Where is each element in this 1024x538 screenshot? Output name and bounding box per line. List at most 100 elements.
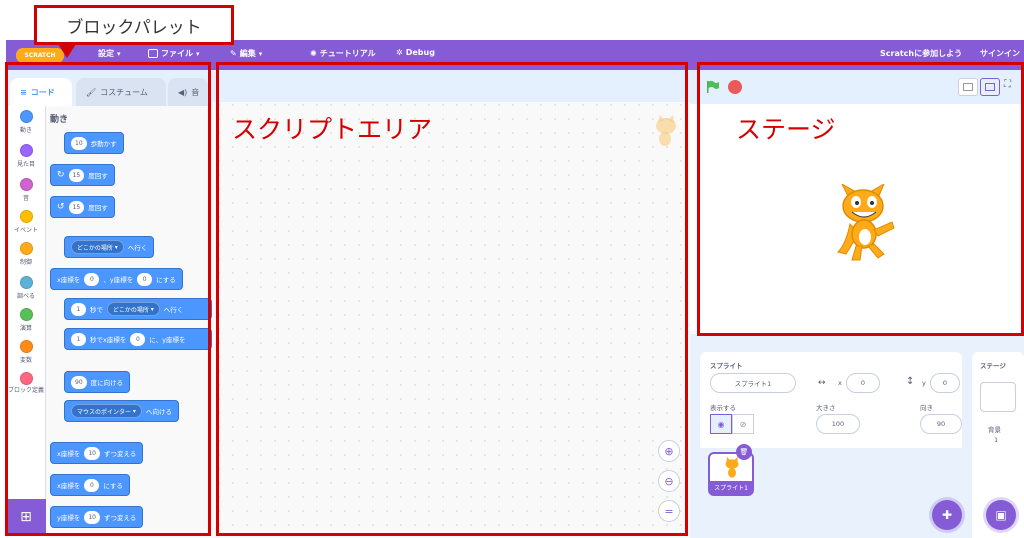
- category-motion-dot: [19, 110, 33, 123]
- sprite-thumbnail-label: スプライト1: [710, 481, 752, 494]
- zoom-in-button[interactable]: ⊕: [658, 440, 680, 462]
- fullscreen-icon[interactable]: ⛶: [1004, 79, 1011, 90]
- y-field[interactable]: 0: [930, 373, 960, 393]
- stage-pane-title: ステージ: [980, 362, 1006, 370]
- green-flag-icon[interactable]: [706, 80, 720, 94]
- normal-stage-button[interactable]: [980, 78, 1000, 96]
- menu-edit[interactable]: ✎ 編集 ▾: [230, 48, 262, 59]
- glide-secs-input[interactable]: 1: [71, 302, 86, 316]
- hide-sprite-button[interactable]: ⊘: [732, 414, 754, 434]
- sprite-name-field[interactable]: スプライト1: [710, 373, 796, 393]
- size-field[interactable]: 100: [816, 414, 860, 434]
- choose-backdrop-button[interactable]: ▣: [986, 500, 1016, 530]
- glide-xy-text-2: に、y座標を: [149, 336, 186, 344]
- zoom-out-button[interactable]: ⊖: [658, 470, 680, 492]
- change-y-input[interactable]: 10: [84, 510, 100, 524]
- point-towards-value: マウスのポインター: [77, 408, 132, 416]
- steps-input[interactable]: 10: [71, 136, 87, 150]
- turn-left-input[interactable]: 15: [68, 200, 85, 214]
- change-x-text-2: ずつ変える: [104, 450, 137, 458]
- code-icon: ≡: [20, 87, 27, 97]
- turn-left-text: 度回す: [88, 204, 108, 212]
- small-stage-button[interactable]: [958, 78, 978, 96]
- category-sensing-dot: [19, 276, 33, 289]
- change-x-block[interactable]: x座標を 10 ずつ変える: [50, 442, 144, 464]
- tab-costumes-label: コスチューム: [100, 87, 148, 97]
- rotate-left-icon: ↺: [57, 202, 65, 212]
- turn-left-block[interactable]: ↺ 15 度回す: [50, 196, 115, 218]
- glide-xy-x-input[interactable]: 0: [130, 332, 146, 346]
- menu-file-label: ファイル: [161, 49, 193, 58]
- category-looks-label: 見た目: [16, 161, 35, 168]
- category-sensing[interactable]: 調べる: [6, 276, 46, 300]
- menu-edit-label: 編集: [239, 49, 256, 58]
- glide-xy-text-1: 秒でx座標を: [90, 336, 127, 344]
- goto-xy-block[interactable]: x座標を 0 、y座標を 0 にする: [50, 268, 183, 290]
- x-field[interactable]: 0: [846, 373, 880, 393]
- category-variables[interactable]: 変数: [6, 340, 46, 364]
- goto-target-dropdown[interactable]: どこかの場所 ▾: [71, 240, 124, 254]
- debug-icon: ✲: [396, 48, 403, 57]
- tab-code[interactable]: ≡ コード: [10, 78, 72, 106]
- menu-debug[interactable]: ✲ Debug: [396, 48, 435, 57]
- point-towards-dropdown[interactable]: マウスのポインター ▾: [71, 404, 142, 418]
- category-motion-label: 動き: [19, 127, 32, 134]
- zoom-reset-button[interactable]: =: [658, 500, 680, 522]
- category-looks[interactable]: 見た目: [6, 144, 46, 168]
- category-sound[interactable]: 音: [6, 178, 46, 202]
- script-area-annotation: スクリプトエリア: [232, 115, 433, 144]
- goto-block[interactable]: どこかの場所 ▾ へ行く: [64, 236, 155, 258]
- sprite-name-label: スプライト: [710, 362, 743, 370]
- set-x-block[interactable]: x座標を 0 にする: [50, 474, 130, 496]
- delete-sprite-button[interactable]: 🗑: [736, 444, 752, 460]
- y-arrow-icon: ↕: [906, 376, 915, 387]
- menu-settings[interactable]: 設定 ▾: [98, 48, 121, 59]
- choose-sprite-button[interactable]: ✚: [932, 500, 962, 530]
- category-events[interactable]: イベント: [6, 210, 46, 234]
- glide-target-value: どこかの場所: [113, 306, 149, 314]
- glide-text-1: 秒で: [90, 306, 103, 314]
- category-motion[interactable]: 動き: [6, 110, 46, 134]
- glide-target-dropdown[interactable]: どこかの場所 ▾: [107, 302, 160, 316]
- glide-xy-secs-input[interactable]: 1: [71, 332, 86, 346]
- category-variables-dot: [19, 340, 33, 353]
- goto-y-input[interactable]: 0: [137, 272, 153, 286]
- category-variables-label: 変数: [19, 357, 32, 364]
- trash-icon: 🗑: [739, 448, 749, 456]
- set-x-input[interactable]: 0: [84, 478, 100, 492]
- point-towards-block[interactable]: マウスのポインター ▾ へ向ける: [64, 400, 179, 422]
- tab-sounds[interactable]: ◀) 音: [168, 78, 208, 106]
- direction-input[interactable]: 90: [71, 375, 87, 389]
- change-y-text-2: ずつ変える: [104, 514, 137, 522]
- tab-costumes[interactable]: 🖌 コスチューム: [76, 78, 166, 106]
- turn-right-block[interactable]: ↻ 15 度回す: [50, 164, 115, 186]
- direction-field[interactable]: 90: [920, 414, 962, 434]
- backdrop-add-icon: ▣: [995, 508, 1007, 522]
- category-my-blocks[interactable]: ブロック定義: [6, 372, 46, 395]
- menu-file[interactable]: ファイル ▾: [148, 48, 200, 59]
- point-direction-block[interactable]: 90 度に向ける: [64, 371, 131, 393]
- cat-sprite[interactable]: [828, 184, 898, 264]
- category-operators[interactable]: 演算: [6, 308, 46, 332]
- move-steps-block[interactable]: 10 歩動かす: [64, 132, 124, 154]
- file-icon: [148, 49, 158, 58]
- scratch-logo[interactable]: SCRATCH: [16, 48, 64, 63]
- glide-xy-block[interactable]: 1 秒でx座標を 0 に、y座標を: [64, 328, 212, 350]
- move-steps-text: 歩動かす: [90, 140, 117, 148]
- goto-x-input[interactable]: 0: [84, 272, 100, 286]
- turn-right-input[interactable]: 15: [68, 168, 85, 182]
- menu-tutorial[interactable]: ✺ チュートリアル: [310, 48, 376, 59]
- signin-link[interactable]: サインイン: [980, 48, 1020, 59]
- add-extension-button[interactable]: ⊞: [6, 499, 46, 535]
- change-y-block[interactable]: y座標を 10 ずつ変える: [50, 506, 144, 528]
- editor-tabs: ≡ コード 🖌 コスチューム ◀) 音: [6, 70, 212, 106]
- stop-button[interactable]: [728, 80, 742, 94]
- change-x-input[interactable]: 10: [84, 446, 100, 460]
- x-arrow-icon: ↔: [818, 378, 826, 388]
- show-sprite-button[interactable]: ◉: [710, 414, 732, 434]
- goto-xy-text-3: にする: [156, 276, 176, 284]
- glide-block[interactable]: 1 秒で どこかの場所 ▾ へ行く: [64, 298, 212, 320]
- join-link[interactable]: Scratchに参加しよう: [880, 48, 962, 59]
- cat-add-icon: ✚: [941, 508, 953, 522]
- category-control[interactable]: 制御: [6, 242, 46, 266]
